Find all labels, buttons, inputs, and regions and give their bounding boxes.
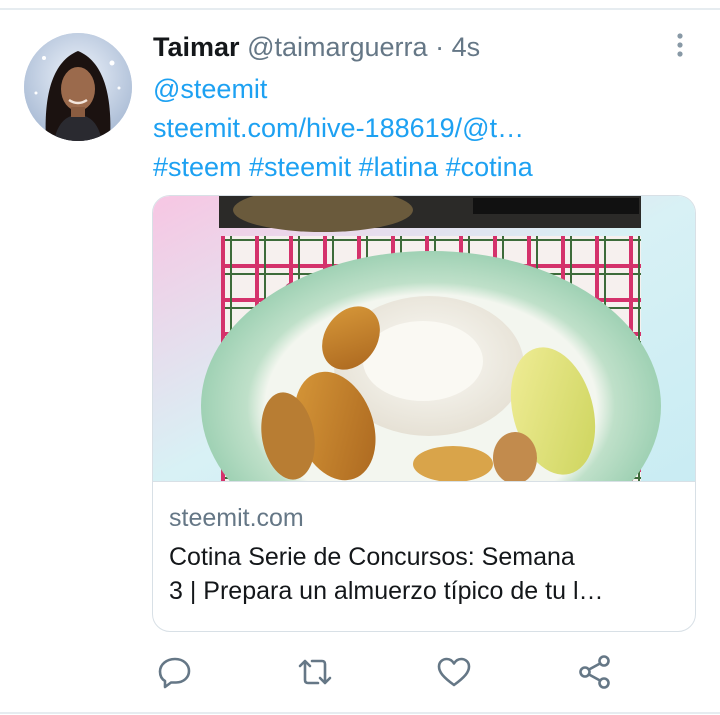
reply-icon[interactable]: [155, 652, 195, 692]
heart-icon[interactable]: [434, 652, 474, 692]
avatar[interactable]: [24, 33, 132, 141]
top-divider: [0, 8, 720, 10]
card-image[interactable]: [153, 196, 695, 481]
avatar-photo: [24, 33, 132, 141]
card-title-line: 3 | Prepara un almuerzo típico de tu l…: [169, 577, 604, 605]
card-domain: steemit.com: [169, 504, 304, 532]
tweet-actions: [0, 652, 720, 696]
tweet-timestamp[interactable]: 4s: [452, 32, 481, 62]
card-title: Cotina Serie de Concursos: Semana 3 | Pr…: [169, 540, 681, 608]
mention-link[interactable]: @steemit: [153, 70, 693, 109]
tweet-text: @steemit steemit.com/hive-188619/@t… #st…: [153, 70, 693, 187]
hashtags[interactable]: #steem #steemit #latina #cotina: [153, 148, 693, 187]
tweet-header: Taimar @taimarguerra · 4s: [153, 30, 480, 64]
bottom-divider: [0, 712, 720, 714]
retweet-icon[interactable]: [295, 652, 335, 692]
link-preview-card[interactable]: steemit.com Cotina Serie de Concursos: S…: [152, 195, 696, 632]
card-meta: steemit.com Cotina Serie de Concursos: S…: [153, 481, 695, 631]
url-link[interactable]: steemit.com/hive-188619/@t…: [153, 109, 693, 148]
share-icon[interactable]: [575, 652, 615, 692]
author-name[interactable]: Taimar: [153, 32, 240, 62]
header-separator: ·: [435, 32, 445, 62]
more-vertical-icon[interactable]: [668, 30, 692, 60]
author-handle[interactable]: @taimarguerra: [247, 32, 427, 62]
card-title-line: Cotina Serie de Concursos: Semana: [169, 543, 575, 571]
